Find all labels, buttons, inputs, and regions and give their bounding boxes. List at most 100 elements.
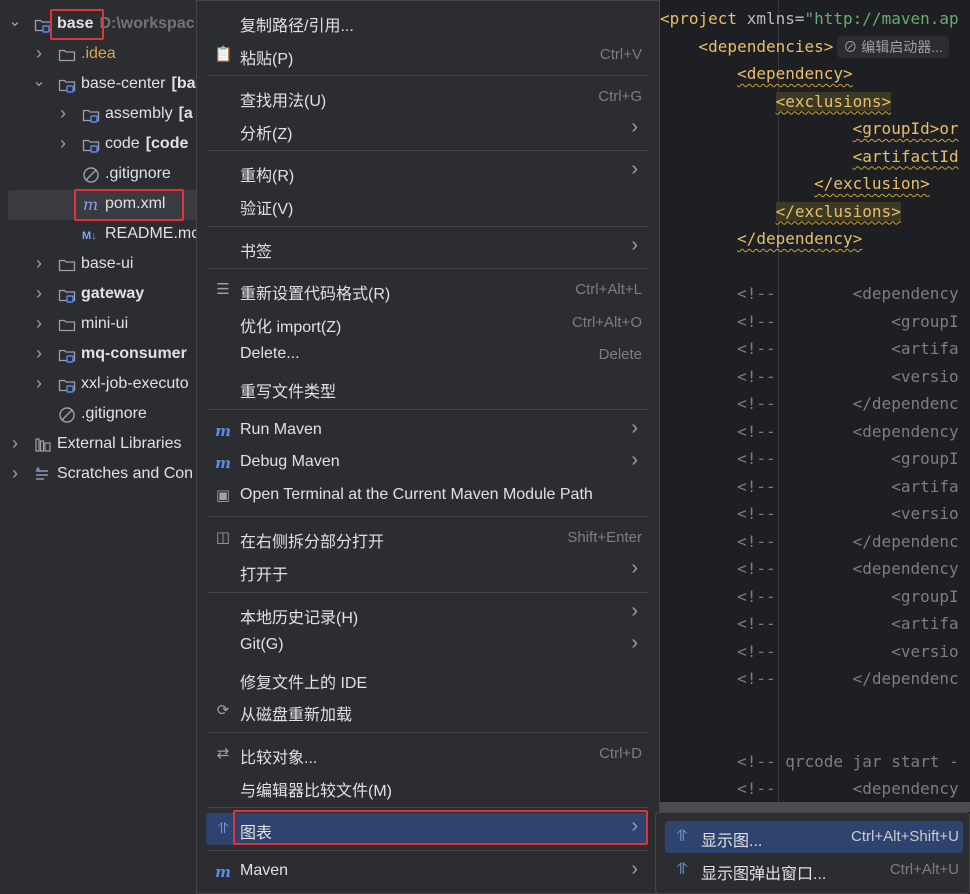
tree-item-label: code [code <box>105 135 189 152</box>
chevron-down-icon[interactable]: ⌄ <box>8 11 22 31</box>
menu-item-label: Debug Maven <box>240 453 340 471</box>
menu-shortcut: Ctrl+D <box>599 745 642 762</box>
menu-item[interactable]: m Run Maven › <box>206 415 648 447</box>
split-icon: ◫ <box>215 529 231 547</box>
menu-item[interactable]: 优化 import(Z) Ctrl+Alt+O <box>206 307 648 339</box>
chevron-right-icon[interactable]: › <box>32 343 46 364</box>
scratches-icon <box>34 466 52 484</box>
menu-item[interactable]: 与编辑器比较文件(M) <box>206 771 648 803</box>
tree-item-label: assembly [a <box>105 105 193 122</box>
code-line: <!-- <dependency <box>660 418 970 445</box>
menu-item[interactable]: 重构(R) › <box>206 156 648 188</box>
chevron-right-icon[interactable]: › <box>32 313 46 334</box>
menu-item[interactable]: ☰ 重新设置代码格式(R) Ctrl+Alt+L <box>206 274 648 306</box>
debug-maven-icon: m <box>215 454 231 473</box>
code-token: <!-- <dependency <box>660 284 959 303</box>
tree-item-label: .idea <box>81 45 116 62</box>
diagram-icon: ⥣ <box>676 828 688 845</box>
code-token: <!-- <dependency <box>660 421 959 441</box>
chevron-down-icon[interactable]: ⌄ <box>32 71 46 91</box>
folder-icon <box>58 256 76 274</box>
chevron-right-icon[interactable]: › <box>32 253 46 274</box>
tree-item-label: gateway <box>81 285 145 302</box>
code-token: <!-- <artifa <box>660 339 959 358</box>
menu-separator <box>208 807 648 809</box>
menu-item-label: Delete... <box>240 345 300 363</box>
chevron-right-icon[interactable]: › <box>8 463 22 484</box>
run-maven-icon: m <box>215 421 231 440</box>
horizontal-scrollbar[interactable] <box>660 802 970 812</box>
code-token: <!-- </dependenc <box>660 669 959 688</box>
menu-item[interactable]: 复制路径/引用... <box>206 6 648 38</box>
menu-item[interactable]: ⇄ 比较对象... Ctrl+D <box>206 738 648 770</box>
menu-separator <box>208 268 648 270</box>
menu-item[interactable]: ⟳ 从磁盘重新加载 <box>206 695 648 727</box>
context-menu: 复制路径/引用... 📋 粘贴(P) Ctrl+V 查找用法(U) Ctrl+G 分析(Z)… <box>196 0 660 894</box>
markdown-icon: M↓ <box>82 226 100 244</box>
chevron-right-icon[interactable]: › <box>32 43 46 64</box>
code-line: <!-- <groupI <box>660 308 970 335</box>
code-line: </exclusion> <box>660 170 970 197</box>
chevron-right-icon[interactable]: › <box>56 133 70 154</box>
submenu-item[interactable]: ⥣ 显示图弹出窗口... Ctrl+Alt+U <box>665 854 963 886</box>
menu-item[interactable]: 修复文件上的 IDE <box>206 663 648 695</box>
menu-item[interactable]: ◫ 在右侧拆分部分打开 Shift+Enter <box>206 522 648 554</box>
reformat-icon: ☰ <box>216 281 230 299</box>
menu-separator <box>208 225 648 227</box>
menu-item[interactable]: Git(G) › <box>206 630 648 662</box>
menu-item[interactable]: 查找用法(U) Ctrl+G <box>206 81 648 113</box>
code-line: <!-- <dependency <box>660 555 970 582</box>
diagram-submenu: ⥣ 显示图... Ctrl+Alt+Shift+U ⥣ 显示图弹出窗口... Ctrl+A… <box>655 812 970 894</box>
menu-item[interactable]: 本地历史记录(H) › <box>206 598 648 630</box>
menu-separator <box>208 150 648 152</box>
submenu-shortcut: Ctrl+Alt+U <box>889 861 959 878</box>
code-token: <!-- <groupI <box>660 586 959 606</box>
menu-item[interactable]: Delete... Delete <box>206 339 648 371</box>
diagram-icon: ⥣ <box>217 820 229 838</box>
module-name: [a <box>178 105 193 122</box>
code-token: <dependency> <box>737 64 853 83</box>
code-editor[interactable]: <project xmlns="http://maven.ap <depende… <box>660 0 970 894</box>
submenu-item[interactable]: ⥣ 显示图... Ctrl+Alt+Shift+U <box>665 821 963 853</box>
edit-starters-hint[interactable]: ⊘ 编辑启动器... <box>837 36 949 58</box>
menu-item-label: 复制路径/引用... <box>240 18 354 35</box>
menu-item-label: 查找用法(U) <box>240 93 327 111</box>
menu-item[interactable]: m Maven › <box>206 856 648 888</box>
code-line: <!-- </dependenc <box>660 390 970 417</box>
code-token: <artifactId <box>852 146 959 166</box>
code-token: <project <box>660 9 747 28</box>
code-line: <!-- qrcode jar start - <box>660 748 970 775</box>
code-token: <!-- <artifa <box>660 476 959 496</box>
menu-item[interactable]: 分析(Z) › <box>206 114 648 146</box>
menu-item[interactable]: 书签 › <box>206 232 648 264</box>
chevron-right-icon: › <box>631 233 638 256</box>
menu-item[interactable]: 📋 粘贴(P) Ctrl+V <box>206 39 648 71</box>
tree-item-label: .gitignore <box>105 165 171 182</box>
menu-item[interactable]: 打开于 › <box>206 555 648 587</box>
code-token: </exclusions> <box>775 201 901 221</box>
menu-item[interactable]: ▣ Open Terminal at the Current Maven Modu… <box>206 480 648 512</box>
submenu-shortcut: Ctrl+Alt+Shift+U <box>851 828 959 845</box>
code-token: <!-- <versio <box>660 641 959 661</box>
menu-item-label: Run Maven <box>240 420 322 438</box>
tree-item-label: .gitignore <box>81 405 147 422</box>
chevron-right-icon[interactable]: › <box>32 373 46 394</box>
code-line: <!-- </dependenc <box>660 528 970 555</box>
code-line: <dependency> <box>660 60 970 87</box>
chevron-right-icon[interactable]: › <box>32 283 46 304</box>
menu-item[interactable]: 重写文件类型 <box>206 372 648 404</box>
menu-item[interactable]: m Debug Maven › <box>206 447 648 479</box>
chevron-right-icon[interactable]: › <box>56 103 70 124</box>
menu-shortcut: Ctrl+Alt+L <box>575 281 642 299</box>
menu-item[interactable]: 验证(V) <box>206 189 648 221</box>
svg-text:M↓: M↓ <box>82 230 97 242</box>
module-folder-icon <box>58 346 76 364</box>
chevron-right-icon[interactable]: › <box>8 433 22 454</box>
module-name: [code <box>145 135 189 152</box>
